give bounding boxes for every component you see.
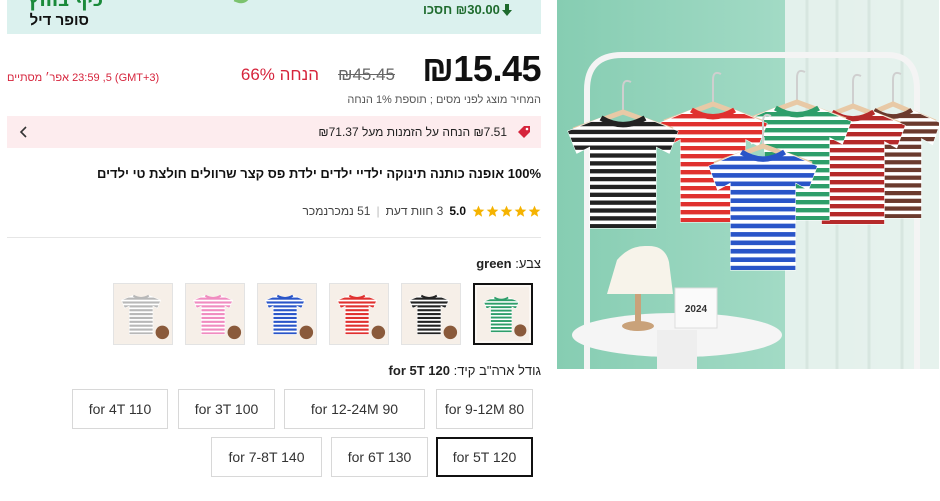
divider (7, 237, 541, 238)
save-text: ₪30.00 חסכו (423, 2, 500, 17)
save-amount: ₪30.00 חסכו (423, 2, 512, 17)
rating-row[interactable]: 5.0 3 חוות דעת | 51 נמכרנמכר (7, 201, 541, 221)
table-leg (657, 330, 697, 369)
color-swatch-pink[interactable] (185, 283, 245, 345)
star-icon (514, 205, 527, 217)
size-option[interactable]: for 3T 100 (178, 389, 275, 429)
super-deal-banner[interactable]: כיף בחוץ סופר דיל ₪30.00 חסכו (7, 0, 541, 34)
tag-icon (518, 126, 530, 138)
coupon-promo-bar[interactable]: ₪7.51 הנחה על הזמנות מעל ₪71.37 (7, 116, 541, 148)
teddy-bear (155, 325, 170, 340)
selected-size: for 5T 120 (388, 363, 450, 378)
size-label: גודל ארה"ב קיד: for 5T 120 (7, 363, 541, 378)
teddy-bear (443, 325, 458, 340)
sold-count: 51 נמכרנמכר (302, 204, 371, 218)
product-photo: 2024 (557, 0, 939, 369)
size-option[interactable]: for 12-24M 90 (284, 389, 425, 429)
leaf-decoration (233, 0, 251, 7)
promo-text: ₪7.51 הנחה על הזמנות מעל ₪71.37 (318, 125, 507, 139)
discount-percent: 66% הנחה (240, 65, 319, 84)
size-option[interactable]: for 5T 120 (436, 437, 533, 477)
product-title: 100% אופנה כותנה תינוקה ילדיי ילדים ילדת… (97, 166, 541, 181)
color-swatch-black[interactable] (401, 283, 461, 345)
review-count[interactable]: 3 חוות דעת (386, 204, 444, 218)
size-option[interactable]: for 7-8T 140 (211, 437, 322, 477)
color-label-text: צבע: (515, 256, 541, 271)
price-row: ₪15.45 ₪45.45 66% הנחה (GMT+3) 23:59 ,5 … (7, 48, 541, 89)
size-label-text: גודל ארה"ב קיד: (453, 363, 541, 378)
price-note: המחיר מוצג לפני מסים ; תוספת 1% הנחה (347, 94, 541, 106)
arrow-down-icon (501, 3, 512, 16)
size-option[interactable]: for 6T 130 (331, 437, 428, 477)
color-label: צבע: green (7, 256, 541, 271)
lamp-stand (635, 294, 641, 324)
separator: | (376, 204, 380, 218)
star-icon (500, 205, 513, 217)
star-icon (486, 205, 499, 217)
rating-stars (472, 205, 541, 218)
swatch-thumbnail (114, 284, 172, 344)
swatch-thumbnail (402, 284, 460, 344)
selected-color: green (476, 256, 512, 271)
color-swatch-blue[interactable] (257, 283, 317, 345)
original-price: ₪45.45 (338, 65, 395, 84)
calendar-year: 2024 (685, 304, 708, 315)
teddy-bear (514, 324, 527, 337)
swatch-thumbnail (258, 284, 316, 344)
deal-end-time: (GMT+3) 23:59 ,5 אפר׳ מסתיים (7, 72, 160, 84)
teddy-bear (299, 325, 314, 340)
product-title-row: 100% אופנה כותנה תינוקה ילדיי ילדים ילדת… (7, 166, 541, 186)
lamp-base (622, 321, 654, 331)
swatch-thumbnail (330, 284, 388, 344)
current-price: ₪15.45 (422, 48, 541, 89)
color-swatches (111, 283, 533, 345)
rating-score: 5.0 (449, 204, 466, 218)
swatch-thumbnail (186, 284, 244, 344)
deal-title: סופר דיל (29, 12, 89, 29)
product-main-image[interactable]: 2024 (557, 0, 939, 369)
star-icon (472, 205, 485, 217)
teddy-bear (227, 325, 242, 340)
size-option[interactable]: for 9-12M 80 (436, 389, 533, 429)
size-option[interactable]: for 4T 110 (72, 389, 168, 429)
swatch-thumbnail (477, 287, 529, 341)
color-swatch-green[interactable] (473, 283, 533, 345)
star-icon (528, 205, 541, 217)
teddy-bear (371, 325, 386, 340)
chevron-left-icon (19, 126, 27, 138)
color-swatch-gray[interactable] (113, 283, 173, 345)
color-swatch-red[interactable] (329, 283, 389, 345)
deal-script-text: כיף בחוץ (27, 0, 103, 11)
